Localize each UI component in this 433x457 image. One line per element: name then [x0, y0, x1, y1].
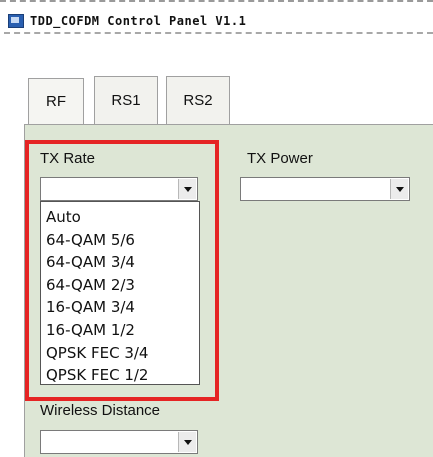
dropdown-option-qpsk-fec-3-4[interactable]: QPSK FEC 3/4: [41, 342, 199, 365]
dropdown-option-auto[interactable]: Auto: [41, 206, 199, 229]
tab-rs2-label: RS2: [183, 92, 213, 109]
wireless-distance-label: Wireless Distance: [40, 402, 161, 419]
dropdown-option-64qam-2-3[interactable]: 64-QAM 2/3: [41, 274, 199, 297]
chevron-down-icon[interactable]: [390, 179, 408, 199]
dropdown-option-16qam-1-2[interactable]: 16-QAM 1/2: [41, 319, 199, 342]
tx-power-select[interactable]: [240, 177, 410, 201]
dropdown-option-64qam-5-6[interactable]: 64-QAM 5/6: [41, 229, 199, 252]
window-title: TDD_COFDM Control Panel V1.1: [30, 14, 247, 28]
app-window-icon: [8, 14, 24, 28]
tab-rf-label: RF: [46, 93, 66, 110]
screen-top-edge: [0, 0, 433, 8]
tx-rate-select[interactable]: [40, 177, 198, 201]
window-titlebar[interactable]: TDD_COFDM Control Panel V1.1: [4, 10, 433, 34]
chevron-down-icon[interactable]: [178, 432, 196, 452]
tab-rs1[interactable]: RS1: [94, 76, 158, 124]
tx-rate-label: TX Rate: [40, 150, 96, 167]
wireless-distance-select[interactable]: [40, 430, 198, 454]
dropdown-option-qpsk-fec-1-2[interactable]: QPSK FEC 1/2: [41, 364, 199, 387]
dropdown-option-64qam-3-4[interactable]: 64-QAM 3/4: [41, 251, 199, 274]
tx-rate-dropdown-list[interactable]: Auto 64-QAM 5/6 64-QAM 3/4 64-QAM 2/3 16…: [40, 201, 200, 385]
tab-rs1-label: RS1: [111, 92, 141, 109]
chevron-down-icon[interactable]: [178, 179, 196, 199]
tab-rf[interactable]: RF: [28, 78, 84, 124]
tx-power-label: TX Power: [247, 150, 313, 167]
tab-rs2[interactable]: RS2: [166, 76, 230, 124]
dropdown-option-16qam-3-4[interactable]: 16-QAM 3/4: [41, 296, 199, 319]
